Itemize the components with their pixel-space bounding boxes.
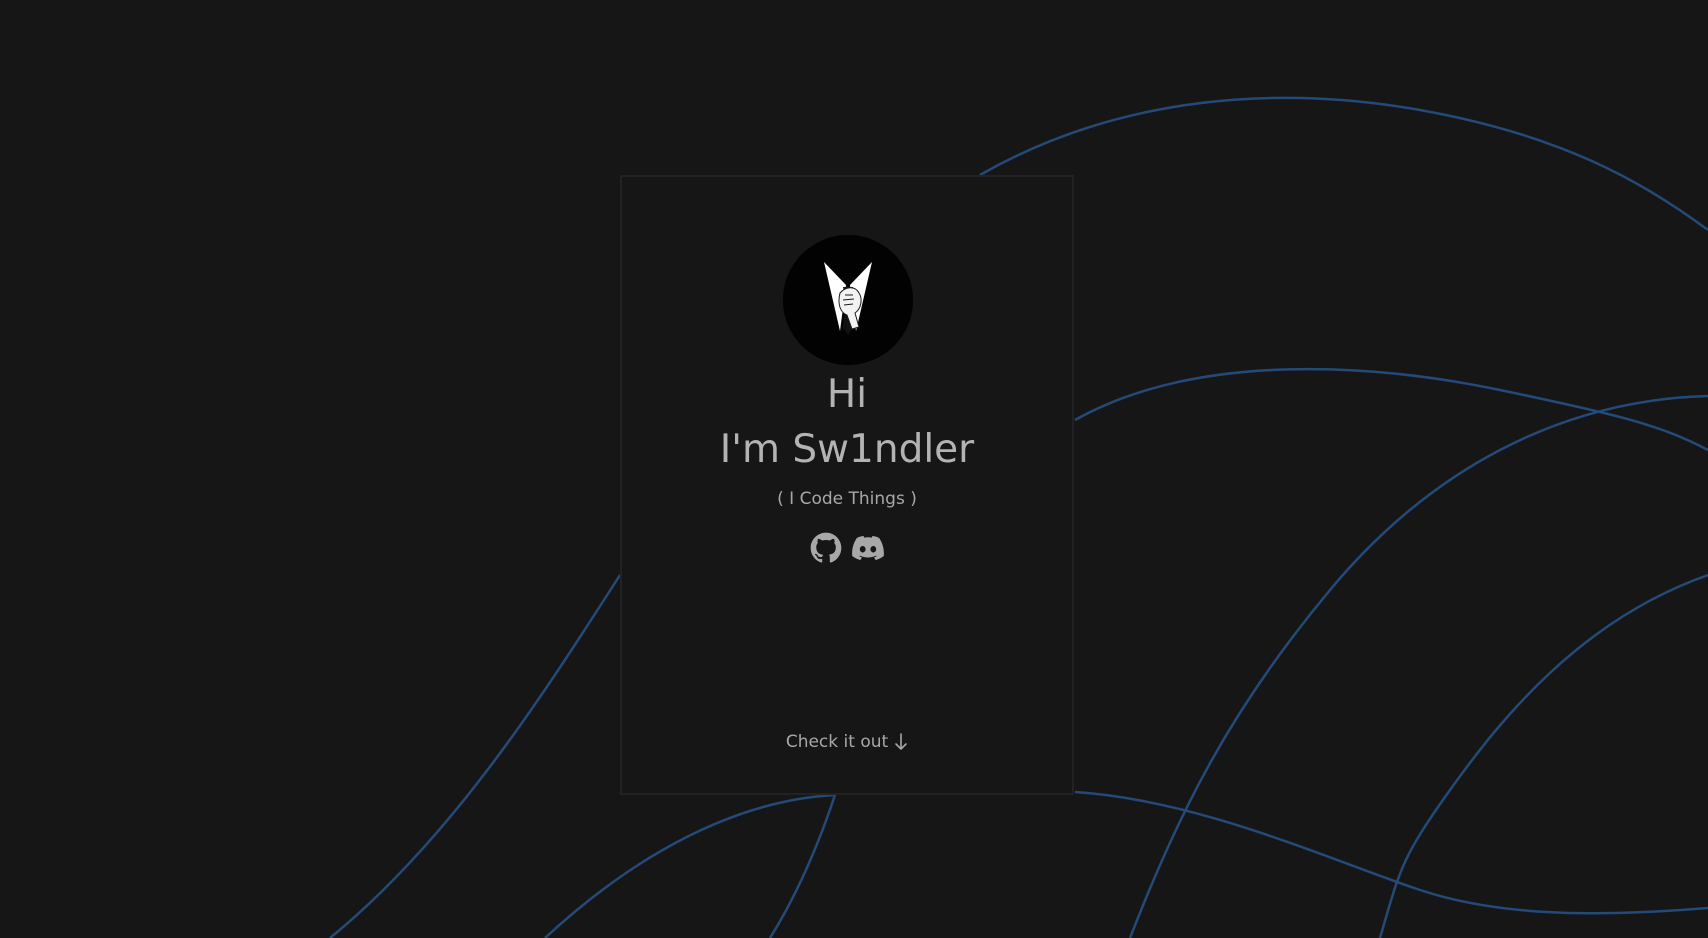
profile-card: Hi I'm Sw1ndler ( I Code Things ) Check … [620, 175, 1074, 795]
check-it-out-button[interactable]: Check it out [622, 732, 1072, 752]
tuxedo-avatar-icon [783, 235, 913, 365]
discord-link[interactable] [852, 532, 884, 564]
greeting-heading: Hi [826, 372, 868, 417]
cta-label: Check it out [785, 732, 889, 752]
arrow-down-icon [894, 733, 908, 751]
name-heading: I'm Sw1ndler [719, 427, 975, 472]
tagline: ( I Code Things ) [777, 489, 917, 509]
discord-icon [852, 535, 884, 561]
github-link[interactable] [810, 532, 842, 564]
social-links [622, 532, 1072, 564]
avatar [783, 235, 913, 365]
github-icon [810, 532, 842, 563]
